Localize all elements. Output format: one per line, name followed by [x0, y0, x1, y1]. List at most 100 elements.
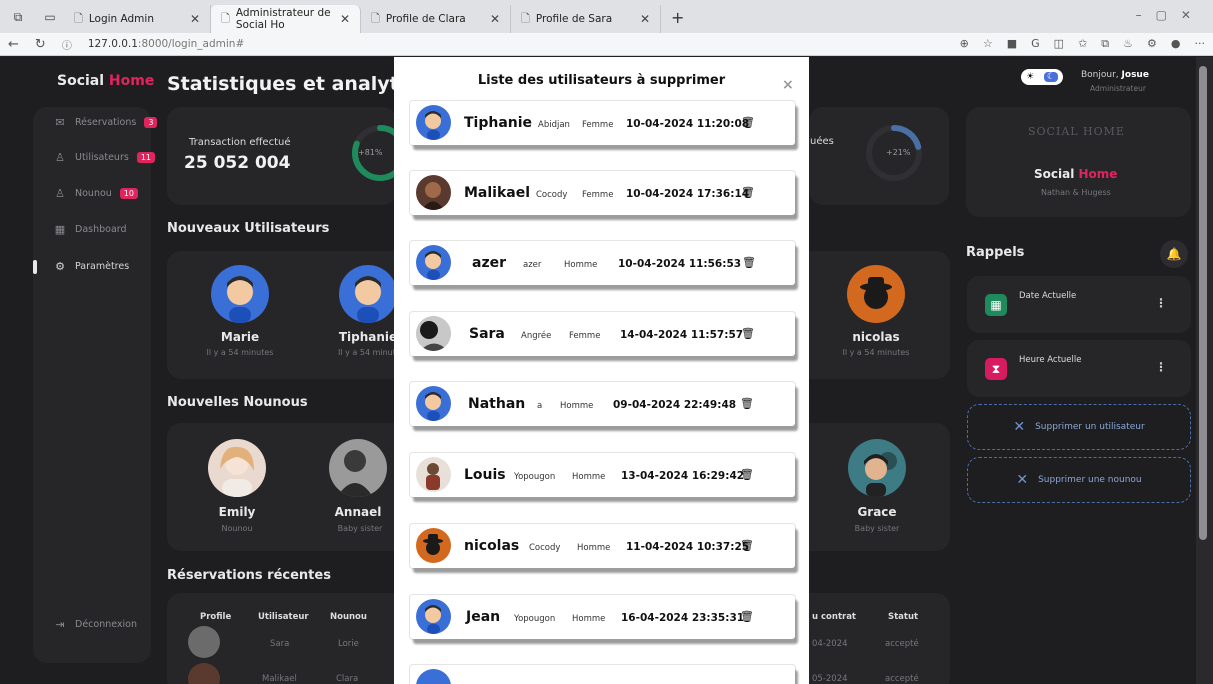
trash-icon[interactable]: 🗑: [741, 116, 755, 129]
trash-icon[interactable]: 🗑: [740, 468, 754, 481]
user-date: 09-04-2024 22:49:48: [613, 399, 737, 411]
avatar: [416, 528, 451, 563]
browser-tab-bar: ⧉ ▭ 🗋 Login Admin ✕ 🗋 Administrateur de …: [0, 0, 1213, 33]
sidebar-item-label: Déconnexion: [75, 619, 138, 630]
user-gender: Homme: [572, 472, 606, 482]
theme-toggle[interactable]: ☀ ☾: [1021, 69, 1063, 85]
close-icon[interactable]: ×: [782, 77, 794, 93]
profile-brand: Social Home: [1034, 167, 1117, 181]
user-date: 10-04-2024 17:36:14: [626, 188, 750, 200]
back-icon[interactable]: ←: [0, 37, 27, 52]
nanny-photo: [220, 446, 254, 497]
user-gender: Femme: [582, 190, 614, 200]
new-tab-button[interactable]: +: [661, 8, 694, 33]
table-cell-date: 04-2024: [812, 639, 848, 649]
url-host: 127.0.0.1: [87, 38, 138, 50]
sidebar-item-settings[interactable]: ⚙ Paramètres: [53, 260, 129, 273]
user-gender: Homme: [564, 260, 598, 270]
profile-sub: Nathan & Hugess: [1041, 188, 1111, 197]
nanny-role: Baby sister: [337, 524, 383, 533]
sidebar-badge: 11: [136, 152, 156, 163]
user-time: Il y a 54 minut: [338, 348, 396, 357]
avatar[interactable]: [847, 265, 905, 323]
tab-actions-icon[interactable]: ▭: [40, 7, 60, 27]
sidebar-item-nannies[interactable]: ♙ Nounou 10: [53, 187, 138, 200]
table-cell-user: Malikael: [262, 674, 297, 684]
user-gender: Homme: [560, 401, 594, 411]
collections-icon[interactable]: ⧉: [1101, 37, 1109, 51]
trash-icon[interactable]: 🗑: [740, 539, 754, 552]
trash-icon[interactable]: 🗑: [740, 397, 754, 410]
profile-icon[interactable]: ●: [1171, 37, 1181, 51]
workspaces-icon[interactable]: ⧉: [8, 7, 28, 27]
tab-profile-sara[interactable]: 🗋 Profile de Sara ✕: [511, 5, 661, 33]
favorite-icon[interactable]: ☆: [983, 37, 993, 51]
sidebar-item-label: Réservations: [75, 117, 137, 128]
zoom-icon[interactable]: ⊕: [960, 37, 969, 51]
user-name: nicolas: [464, 538, 520, 554]
nanny-role: Baby sister: [854, 524, 900, 533]
avatar[interactable]: [211, 265, 269, 323]
table-header: Nounou: [330, 612, 367, 622]
more-icon[interactable]: ⋮: [1155, 360, 1167, 374]
tab-profile-clara[interactable]: 🗋 Profile de Clara ✕: [361, 5, 511, 33]
trash-icon[interactable]: 🗑: [741, 186, 755, 199]
favorites-icon[interactable]: ✩: [1078, 37, 1087, 51]
trash-icon[interactable]: 🗑: [741, 327, 755, 340]
delete-nanny-button[interactable]: ✕ Supprimer une nounou: [967, 457, 1191, 503]
user-name: nicolas: [852, 330, 900, 344]
bell-icon[interactable]: 🔔: [1160, 240, 1188, 268]
sidebar-item-users[interactable]: ♙ Utilisateurs 11: [53, 151, 156, 164]
tab-login-admin[interactable]: 🗋 Login Admin ✕: [64, 5, 211, 33]
gear-icon: ⚙: [55, 260, 65, 273]
url-field[interactable]: 127.0.0.1:8000/login_admin#: [88, 38, 244, 50]
extensions-icon[interactable]: ⚙: [1147, 37, 1157, 51]
window-controls[interactable]: –▢✕: [1136, 8, 1205, 22]
scrollbar-thumb[interactable]: [1199, 66, 1207, 540]
more-icon[interactable]: ⋮: [1155, 296, 1167, 310]
list-item: Louis Yopougon Homme 13-04-2024 16:29:42…: [410, 453, 795, 497]
close-icon[interactable]: ✕: [490, 12, 500, 26]
user-location: Angrée: [521, 331, 552, 341]
reminder-date: ▦ Date Actuelle ⋮: [967, 276, 1191, 333]
more-icon[interactable]: ···: [1195, 37, 1206, 51]
close-icon[interactable]: ✕: [340, 12, 350, 26]
sidebar-item-dashboard[interactable]: ▦ Dashboard: [53, 223, 127, 236]
table-header: Utilisateur: [258, 612, 309, 622]
list-item: Jean Yopougon Homme 16-04-2024 23:35:31 …: [410, 595, 795, 639]
modal-title: Liste des utilisateurs à supprimer: [477, 73, 726, 88]
sidebar-item-logout[interactable]: ⇥ Déconnexion: [53, 618, 137, 631]
user-name: Marie: [220, 330, 260, 344]
list-item: azer azer Homme 10-04-2024 11:56:53 🗑: [410, 241, 795, 285]
user-name: azer: [472, 255, 506, 271]
url-path: :8000/login_admin#: [137, 38, 245, 50]
profile-brand-main: Social: [1034, 167, 1075, 181]
trash-icon[interactable]: 🗑: [740, 610, 754, 623]
split-icon[interactable]: ◫: [1054, 37, 1064, 51]
user-date: 10-04-2024 11:56:53: [618, 258, 742, 270]
avatar[interactable]: [339, 265, 397, 323]
reload-icon[interactable]: ↻: [27, 37, 54, 52]
performance-icon[interactable]: ♨: [1123, 37, 1133, 51]
tab-admin-social-home[interactable]: 🗋 Administrateur de Social Ho ✕: [211, 5, 361, 33]
avatar[interactable]: [208, 439, 266, 497]
delete-user-button[interactable]: ✕ Supprimer un utilisateur: [967, 404, 1191, 450]
user-location: Yopougon: [514, 472, 556, 482]
profile-card: [966, 107, 1191, 217]
close-icon[interactable]: ✕: [640, 12, 650, 26]
avatar[interactable]: [848, 439, 906, 497]
sun-icon: ☀: [1025, 72, 1035, 82]
refresh-icon[interactable]: G: [1031, 37, 1040, 51]
extension-icon[interactable]: ■: [1007, 37, 1017, 51]
tab-label: Login Admin: [88, 13, 154, 25]
trash-icon[interactable]: 🗑: [742, 256, 756, 269]
sidebar-item-reservations[interactable]: ✉ Réservations 3: [53, 116, 158, 129]
user-date: 13-04-2024 16:29:42: [621, 470, 745, 482]
close-icon[interactable]: ✕: [190, 12, 200, 26]
user-gender: Homme: [572, 614, 606, 624]
avatar[interactable]: [329, 439, 387, 497]
brand-logo: Social Home: [57, 73, 154, 89]
logout-icon: ⇥: [55, 618, 65, 631]
user-avatar-icon: [355, 276, 381, 323]
info-icon[interactable]: ⓘ: [54, 37, 80, 52]
